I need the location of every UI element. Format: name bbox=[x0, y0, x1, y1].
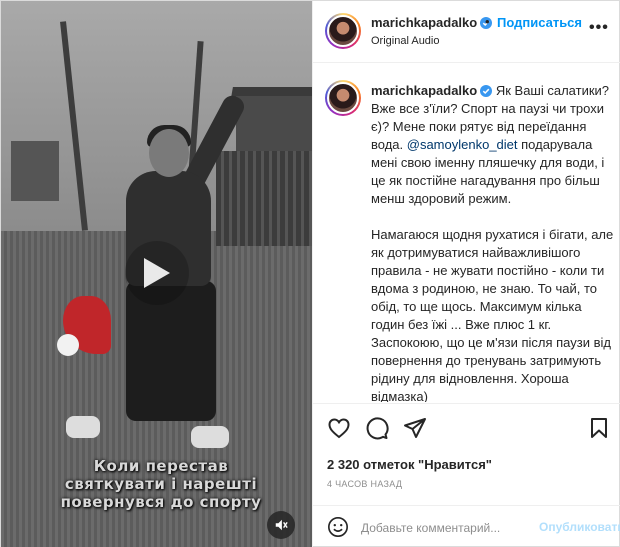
more-icon: ••• bbox=[589, 19, 609, 36]
add-comment-bar: Опубликовать bbox=[313, 505, 620, 547]
header-separator: • bbox=[485, 14, 490, 29]
caption-comment: marichkapadalko Як Ваші салатики? Вже вс… bbox=[313, 64, 620, 402]
video-caption-line: Коли перестав bbox=[93, 457, 229, 475]
verified-icon bbox=[480, 85, 493, 97]
heart-icon[interactable] bbox=[327, 416, 351, 440]
more-options-button[interactable]: ••• bbox=[589, 19, 609, 37]
bookmark-icon[interactable] bbox=[587, 416, 611, 440]
video-caption-line: святкувати і нарешті bbox=[64, 475, 258, 493]
comment-icon[interactable] bbox=[365, 416, 389, 440]
author-username-text[interactable]: marichkapadalko bbox=[371, 15, 477, 30]
mention-link[interactable]: @samoylenko_diet bbox=[407, 137, 518, 152]
video-caption: Коли перестав святкувати і нарешті повер… bbox=[41, 457, 281, 511]
action-bar bbox=[313, 403, 620, 449]
caption-text: marichkapadalko Як Ваші салатики? Вже вс… bbox=[371, 82, 615, 402]
audio-toggle-button[interactable] bbox=[267, 511, 295, 539]
post-timestamp[interactable]: 4 ЧАСОВ НАЗАД bbox=[327, 479, 402, 489]
avatar[interactable] bbox=[325, 80, 361, 116]
audio-label[interactable]: Original Audio bbox=[371, 35, 440, 47]
follow-button[interactable]: Подписаться bbox=[497, 15, 582, 30]
publish-button[interactable]: Опубликовать bbox=[539, 520, 620, 534]
post-video[interactable]: Коли перестав святкувати і нарешті повер… bbox=[1, 1, 312, 547]
emoji-icon[interactable] bbox=[327, 516, 349, 538]
caption-paragraph: Намагаюся щодня рухатися і бігати, але я… bbox=[371, 227, 614, 402]
santa-hat bbox=[57, 296, 111, 356]
video-caption-line: повернувся до спорту bbox=[60, 493, 262, 511]
comment-username[interactable]: marichkapadalko bbox=[371, 83, 477, 98]
caption-paragraph: marichkapadalko Як Ваші салатики? Вже вс… bbox=[371, 82, 615, 208]
play-button[interactable] bbox=[125, 241, 189, 305]
comment-input[interactable] bbox=[361, 518, 536, 538]
avatar[interactable] bbox=[325, 13, 361, 49]
audio-muted-icon bbox=[275, 519, 288, 531]
share-icon[interactable] bbox=[403, 416, 427, 440]
post-header: marichkapadalko • Подписаться Original A… bbox=[313, 1, 620, 63]
instagram-post: Коли перестав святкувати і нарешті повер… bbox=[0, 0, 620, 547]
author-username[interactable]: marichkapadalko bbox=[371, 15, 493, 30]
video-house-left bbox=[11, 141, 59, 201]
post-sidebar: marichkapadalko • Подписаться Original A… bbox=[312, 1, 620, 547]
likes-count[interactable]: 2 320 отметок "Нравится" bbox=[327, 457, 492, 472]
play-icon bbox=[144, 258, 170, 288]
